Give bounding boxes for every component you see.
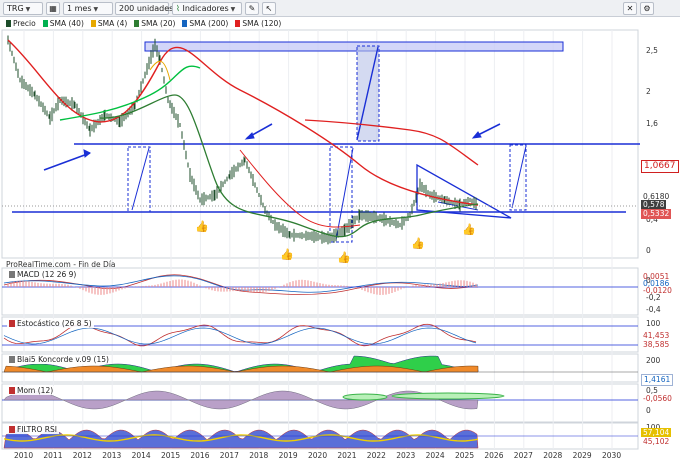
koncorde-label-text: Blai5 Koncorde v.09 (15): [17, 355, 109, 364]
thumbs-up-icon: 👍: [280, 248, 294, 261]
stoch-label-text: Estocástico (26 8 5): [17, 319, 92, 328]
legend-sma4[interactable]: SMA (4): [88, 19, 130, 29]
koncorde-axis-label: 200: [646, 356, 661, 365]
legend-sma4-label: SMA (4): [97, 19, 128, 28]
mom-label-text: Mom (12): [17, 386, 54, 395]
chevron-down-icon: ▼: [25, 6, 31, 13]
year-label: 2011: [43, 451, 63, 460]
legend-sma200-label: SMA (200): [189, 19, 229, 28]
chevron-down-icon: ▼: [93, 6, 99, 13]
swatch: [6, 20, 11, 27]
rsi-tag: 45,102: [641, 437, 672, 447]
year-label: 2022: [366, 451, 386, 460]
indicators-label: Indicadores: [182, 4, 229, 13]
period-select[interactable]: 1 mes ▼: [63, 2, 113, 15]
year-label: 2015: [161, 451, 181, 460]
macd-label[interactable]: MACD (12 26 9): [7, 270, 79, 279]
price-tag-bottom: 0,5332: [641, 209, 672, 219]
mom-tag: -0,0560: [643, 394, 672, 403]
legend-sma120[interactable]: SMA (120): [233, 19, 284, 29]
ticker-label: TRG: [7, 4, 24, 13]
year-label: 2030: [602, 451, 622, 460]
macd-tag: -0,0120: [643, 286, 672, 295]
rsi-label[interactable]: FILTRO RSI: [7, 425, 59, 434]
price-chart-canvas[interactable]: 👍 👍 👍 👍 👍: [0, 17, 680, 461]
legend-sma120-label: SMA (120): [242, 19, 282, 28]
price-axis-label: 0: [646, 246, 651, 255]
price-axis-label: 2: [646, 87, 651, 96]
annotation-drawings: [12, 41, 640, 243]
legend-sma20-label: SMA (20): [141, 19, 176, 28]
close-icon[interactable]: ✕: [623, 2, 637, 15]
series-legend: Precio SMA (40) SMA (4) SMA (20) SMA (20…: [4, 19, 284, 29]
swatch: [134, 20, 140, 27]
swatch: [90, 20, 96, 27]
swatch: [182, 20, 188, 27]
swatch: [42, 20, 48, 27]
thumbs-up-icon: 👍: [462, 223, 476, 236]
units-select[interactable]: 200 unidades▼: [115, 2, 180, 15]
year-label: 2010: [14, 451, 34, 460]
thumbs-up-icon: 👍: [337, 251, 351, 264]
cursor-icon[interactable]: ↖: [262, 2, 276, 15]
swatch: [235, 20, 241, 27]
settings-icon[interactable]: ⚙: [640, 2, 654, 15]
year-label: 2027: [513, 451, 533, 460]
price-axis-label: 2,5: [646, 46, 658, 55]
chart-toolbar: TRG▼ ▦ 1 mes▼ 200 unidades▼ ⌇ Indicadore…: [0, 0, 680, 17]
stoch-axis-label: 100: [646, 319, 661, 328]
chart-style-icon[interactable]: ▦: [46, 2, 60, 15]
macd-label-text: MACD (12 26 9): [17, 270, 77, 279]
year-label: 2012: [72, 451, 92, 460]
legend-sma200[interactable]: SMA (200): [180, 19, 231, 29]
year-label: 2014: [131, 451, 151, 460]
year-label: 2026: [484, 451, 504, 460]
thumbs-up-icon: 👍: [195, 220, 209, 233]
koncorde-tag: 1,4161: [641, 374, 674, 386]
mom-axis-label: 0: [646, 406, 651, 415]
legend-sma40[interactable]: SMA (40): [40, 19, 86, 29]
year-label: 2023: [396, 451, 416, 460]
year-label: 2018: [249, 451, 269, 460]
mom-label[interactable]: Mom (12): [7, 386, 56, 395]
ticker-select[interactable]: TRG ▼: [3, 2, 43, 15]
stoch-label[interactable]: Estocástico (26 8 5): [7, 319, 94, 328]
macd-axis-label: -0,4: [646, 305, 661, 314]
price-axis-label: 1,6: [646, 119, 658, 128]
year-label: 2013: [102, 451, 122, 460]
thumbs-up-icon: 👍: [411, 237, 425, 250]
year-label: 2019: [278, 451, 298, 460]
source-note: ProRealTime.com - Fin de Día: [6, 260, 116, 269]
pencil-icon[interactable]: ✎: [245, 2, 259, 15]
year-label: 2016: [190, 451, 210, 460]
year-label: 2028: [543, 451, 563, 460]
legend-sma40-label: SMA (40): [49, 19, 84, 28]
koncorde-label[interactable]: Blai5 Koncorde v.09 (15): [7, 355, 111, 364]
year-label: 2025: [455, 451, 475, 460]
legend-price[interactable]: Precio: [4, 19, 38, 29]
year-label: 2021: [337, 451, 357, 460]
units-label: 200 unidades: [119, 4, 174, 13]
year-label: 2029: [572, 451, 592, 460]
legend-price-label: Precio: [13, 19, 36, 28]
year-label: 2024: [425, 451, 445, 460]
chevron-down-icon: ▼: [230, 6, 236, 13]
price-series: [7, 35, 479, 245]
indicators-icon: ⌇: [176, 4, 180, 13]
last-sma-tag: 1,0667: [641, 160, 679, 173]
year-label: 2017: [219, 451, 239, 460]
legend-sma20[interactable]: SMA (20): [132, 19, 178, 29]
rsi-label-text: FILTRO RSI: [17, 425, 57, 434]
stoch-tag: 38,585: [643, 340, 670, 349]
indicators-button[interactable]: ⌇ Indicadores ▼: [172, 2, 242, 15]
year-label: 2020: [308, 451, 328, 460]
period-label: 1 mes: [67, 4, 92, 13]
